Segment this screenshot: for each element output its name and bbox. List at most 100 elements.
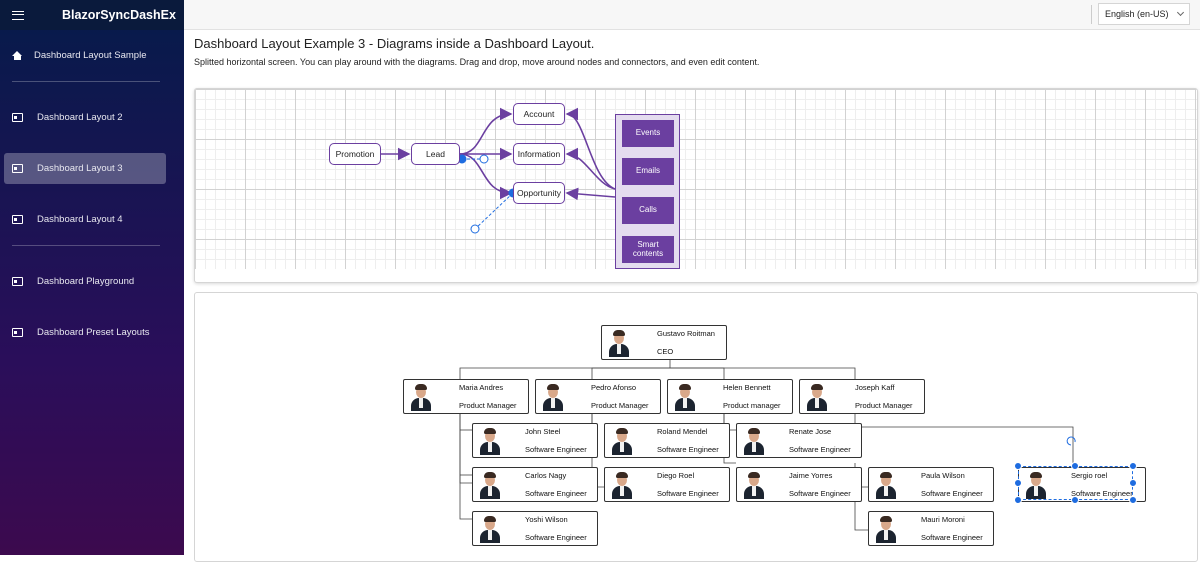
- chevron-down-icon: [1176, 8, 1185, 17]
- card-role: Software Engineer: [525, 489, 587, 498]
- swimlane-item-emails[interactable]: Emails: [622, 158, 674, 185]
- sidebar-item-dashboard-layout-2[interactable]: Dashboard Layout 2: [4, 102, 166, 133]
- swimlane-item-calls[interactable]: Calls: [622, 197, 674, 224]
- resize-handle[interactable]: [1129, 496, 1137, 504]
- card-name: Renate Jose: [789, 427, 832, 436]
- sidebar-item-label: Dashboard Layout 3: [37, 163, 123, 174]
- org-card-engineer[interactable]: Carlos Nagy Software Engineer: [472, 467, 598, 502]
- node-lead[interactable]: Lead: [411, 143, 460, 165]
- node-account[interactable]: Account: [513, 103, 565, 125]
- avatar: [741, 427, 767, 455]
- card-role: Product Manager: [591, 401, 649, 410]
- card-role: Software Engineer: [657, 489, 719, 498]
- connector-swim-account: [565, 107, 616, 190]
- home-icon: [12, 51, 22, 60]
- org-card-manager[interactable]: Maria Andres Product Manager: [403, 379, 529, 414]
- node-opportunity[interactable]: Opportunity: [513, 182, 565, 204]
- sidebar-item-dashboard-layout-4[interactable]: Dashboard Layout 4: [4, 204, 166, 235]
- hamburger-menu-icon[interactable]: [12, 10, 24, 20]
- sidebar-item-dashboard-layout-3[interactable]: Dashboard Layout 3: [4, 153, 166, 184]
- card-role: Software Engineer: [921, 533, 983, 542]
- org-card-engineer[interactable]: Renate Jose Software Engineer: [736, 423, 862, 458]
- sidebar-item-dashboard-preset-layouts[interactable]: Dashboard Preset Layouts: [4, 317, 166, 348]
- swimlane-item-events[interactable]: Events: [622, 120, 674, 147]
- avatar: [477, 515, 503, 543]
- flow-connectors: [381, 107, 616, 234]
- org-card-engineer[interactable]: Yoshi Wilson Software Engineer: [472, 511, 598, 546]
- card-role: Software Engineer: [921, 489, 983, 498]
- resize-handle[interactable]: [1071, 462, 1079, 470]
- org-card-manager[interactable]: Joseph Kaff Product Manager: [799, 379, 925, 414]
- connector-swim-opportunity: [565, 187, 616, 201]
- org-card-engineer[interactable]: Roland Mendel Software Engineer: [604, 423, 730, 458]
- connector-lead-account: [459, 107, 513, 155]
- avatar: [1023, 471, 1049, 499]
- resize-handle[interactable]: [1014, 462, 1022, 470]
- node-information[interactable]: Information: [513, 143, 565, 165]
- card-name: Helen Bennett: [723, 383, 771, 392]
- sidebar-divider: [12, 81, 160, 82]
- card-name: Carlos Nagy: [525, 471, 567, 480]
- dashboard-icon: [12, 328, 23, 337]
- org-card-engineer[interactable]: Jaime Yorres Software Engineer: [736, 467, 862, 502]
- resize-handle[interactable]: [1129, 462, 1137, 470]
- card-name: John Steel: [525, 427, 561, 436]
- card-role: Software Engineer: [525, 533, 587, 542]
- page-subtitle: Splitted horizontal screen. You can play…: [194, 57, 760, 67]
- card-name: Jaime Yorres: [789, 471, 833, 480]
- avatar: [606, 329, 632, 357]
- connector-end-handle: [470, 224, 480, 234]
- card-name: Maria Andres: [459, 383, 504, 392]
- avatar: [873, 515, 899, 543]
- org-card-manager[interactable]: Helen Bennett Product manager: [667, 379, 793, 414]
- avatar: [477, 471, 503, 499]
- org-card-manager[interactable]: Pedro Afonso Product Manager: [535, 379, 661, 414]
- card-role: Software Engineer: [657, 445, 719, 454]
- resize-handle[interactable]: [1014, 479, 1022, 487]
- org-card-engineer[interactable]: Paula Wilson Software Engineer: [868, 467, 994, 502]
- sidebar-item-label: Dashboard Layout 4: [37, 214, 123, 225]
- avatar: [477, 427, 503, 455]
- card-role: CEO: [657, 347, 674, 356]
- card-name: Sergio roel: [1071, 471, 1108, 480]
- avatar: [741, 471, 767, 499]
- dashed-selected-connector: [474, 192, 514, 230]
- app-brand[interactable]: BlazorSyncDashEx: [62, 8, 176, 22]
- card-role: Software Engineer: [789, 445, 851, 454]
- org-chart-panel[interactable]: Gustavo Roitman CEO Maria Andres Product…: [194, 292, 1198, 562]
- language-select[interactable]: English (en-US): [1098, 3, 1190, 25]
- card-role: Product manager: [723, 401, 781, 410]
- sidebar-item-dashboard-layout-sample[interactable]: Dashboard Layout Sample: [4, 40, 166, 71]
- resize-handle[interactable]: [1071, 496, 1079, 504]
- topbar-divider: [1091, 5, 1092, 24]
- org-card-engineer[interactable]: John Steel Software Engineer: [472, 423, 598, 458]
- avatar: [609, 471, 635, 499]
- card-name: Gustavo Roitman: [657, 329, 715, 338]
- card-name: Joseph Kaff: [855, 383, 895, 392]
- sidebar-item-dashboard-playground[interactable]: Dashboard Playground: [4, 266, 166, 297]
- flow-diagram-panel[interactable]: Promotion Lead Account Information Oppor…: [194, 88, 1198, 283]
- language-select-value: English (en-US): [1105, 9, 1169, 19]
- org-card-engineer[interactable]: Mauri Moroni Software Engineer: [868, 511, 994, 546]
- org-card-ceo[interactable]: Gustavo Roitman CEO: [601, 325, 727, 360]
- rotate-handle-icon: [1066, 436, 1076, 446]
- avatar: [609, 427, 635, 455]
- avatar: [873, 471, 899, 499]
- card-role: Product Manager: [459, 401, 517, 410]
- card-role: Software Engineer: [525, 445, 587, 454]
- sidebar-item-label: Dashboard Layout Sample: [34, 50, 147, 61]
- sidebar-item-label: Dashboard Preset Layouts: [37, 327, 150, 338]
- card-role: Product Manager: [855, 401, 913, 410]
- org-card-engineer-selected[interactable]: Sergio roel Software Engineer: [1018, 467, 1146, 502]
- sidebar-item-label: Dashboard Layout 2: [37, 112, 123, 123]
- resize-handle[interactable]: [1129, 479, 1137, 487]
- card-role: Software Engineer: [789, 489, 851, 498]
- avatar: [408, 383, 434, 411]
- resize-handle[interactable]: [1014, 496, 1022, 504]
- node-promotion[interactable]: Promotion: [329, 143, 381, 165]
- swimlane-item-smart-contents[interactable]: Smart contents: [622, 236, 674, 263]
- org-card-engineer[interactable]: Diego Roel Software Engineer: [604, 467, 730, 502]
- dashboard-icon: [12, 164, 23, 173]
- swimlane-container[interactable]: Events Emails Calls Smart contents: [615, 114, 680, 269]
- card-role: Software Engineer: [1071, 489, 1133, 498]
